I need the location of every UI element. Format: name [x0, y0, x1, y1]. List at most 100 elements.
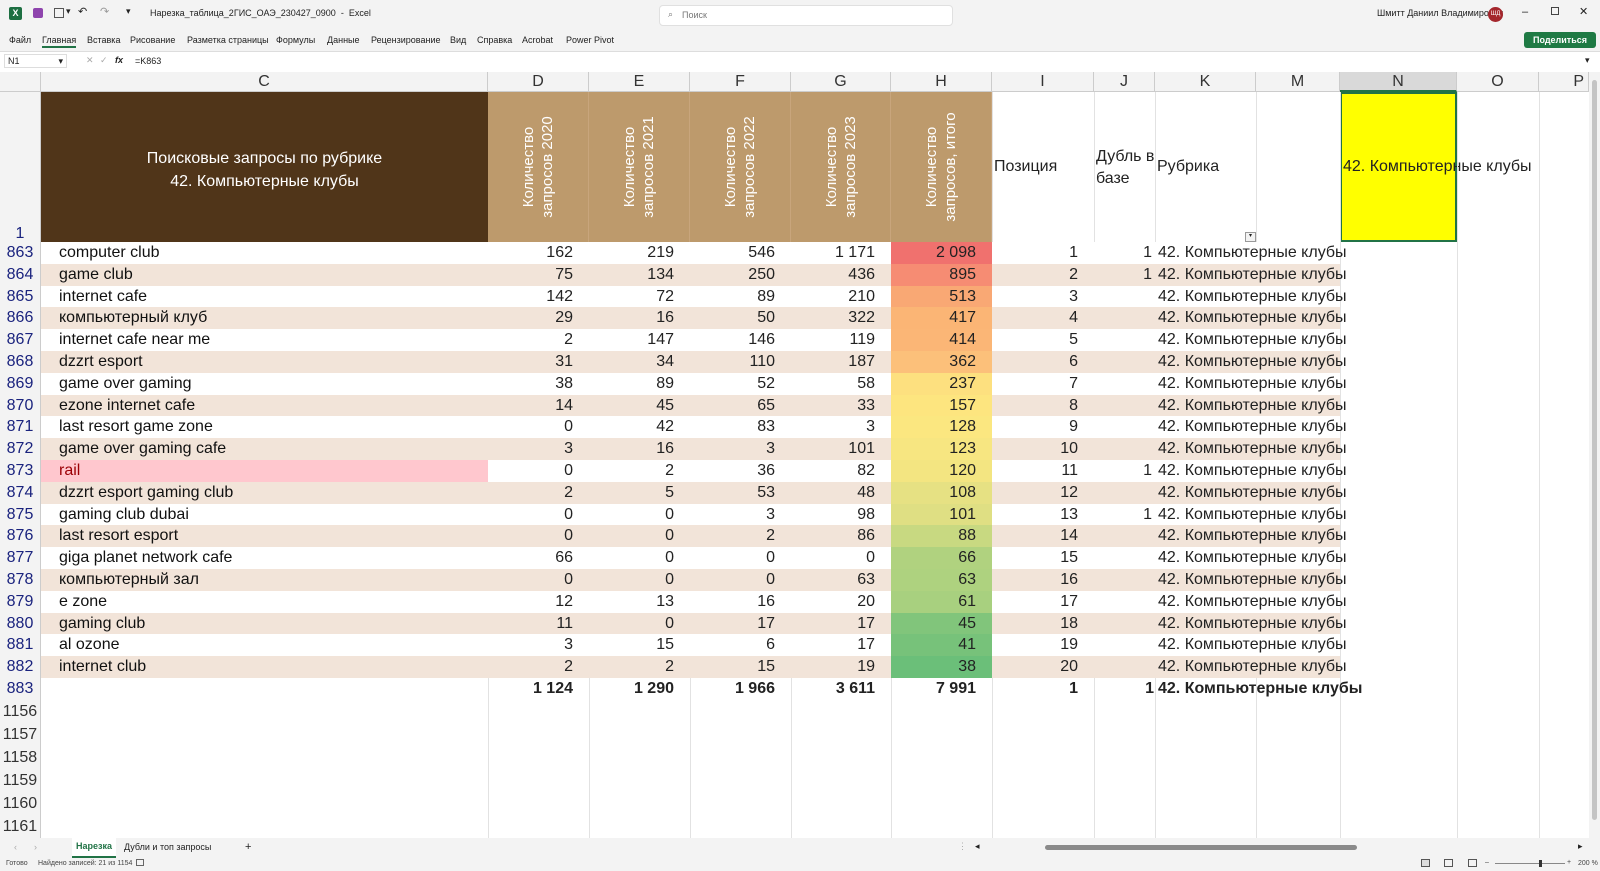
cell-2022[interactable]: 16	[690, 591, 791, 613]
cell-2020[interactable]: 31	[488, 351, 589, 373]
header-cell-2020[interactable]: Количество запросов 2020	[488, 92, 589, 242]
cell-query[interactable]: rail	[41, 460, 488, 482]
normal-view-icon[interactable]	[1421, 859, 1430, 867]
cell-total[interactable]: 101	[891, 504, 992, 525]
cell-position[interactable]: 16	[992, 569, 1094, 591]
cell-2023[interactable]: 101	[791, 438, 891, 460]
cell-2020[interactable]: 12	[488, 591, 589, 613]
cell-rubric[interactable]: 42. Компьютерные клубы	[1158, 286, 1347, 307]
cell-rubric[interactable]: 42. Компьютерные клубы	[1158, 656, 1347, 678]
row-header-1158[interactable]: 1158	[0, 746, 41, 769]
cell-2022[interactable]: 65	[690, 395, 791, 416]
cell-position[interactable]: 14	[992, 525, 1094, 547]
row-header-1160[interactable]: 1160	[0, 792, 41, 815]
col-header-m[interactable]: M	[1256, 72, 1340, 92]
cell-position[interactable]: 20	[992, 656, 1094, 678]
col-header-p[interactable]: P	[1539, 72, 1589, 92]
cell-duplicate[interactable]	[1094, 591, 1152, 613]
cell-rubric[interactable]: 42. Компьютерные клубы	[1158, 504, 1347, 525]
cell-2020[interactable]: 0	[488, 460, 589, 482]
cell-query[interactable]: компьютерный клуб	[41, 307, 488, 329]
scroll-left-icon[interactable]: ◂	[975, 841, 980, 852]
zoom-level[interactable]: 200 %	[1578, 860, 1598, 867]
share-button[interactable]: Поделиться	[1524, 32, 1596, 48]
cell-total[interactable]: 108	[891, 482, 992, 504]
row-header[interactable]: 878	[0, 569, 41, 591]
row-header-883[interactable]: 883	[0, 678, 41, 700]
cell-query[interactable]: last resort game zone	[41, 416, 488, 438]
cell-2023[interactable]: 82	[791, 460, 891, 482]
cell-2021[interactable]: 0	[589, 613, 690, 634]
sheet-tab-other[interactable]: Дубли и топ запросы	[124, 842, 211, 852]
cell-2021[interactable]: 0	[589, 569, 690, 591]
cell-rubric[interactable]: 42. Компьютерные клубы	[1158, 613, 1347, 634]
tab-power-pivot[interactable]: Power Pivot	[566, 35, 614, 45]
cell-2022[interactable]: 6	[690, 634, 791, 656]
cell-position[interactable]: 3	[992, 286, 1094, 307]
cell-total[interactable]: 88	[891, 525, 992, 547]
close-icon[interactable]: ✕	[1579, 5, 1588, 18]
cell-duplicate[interactable]	[1094, 547, 1152, 569]
cell-total[interactable]: 123	[891, 438, 992, 460]
row-header[interactable]: 880	[0, 613, 41, 634]
chevron-down-icon[interactable]: ▾	[58, 55, 63, 67]
cell-query[interactable]: internet cafe	[41, 286, 488, 307]
cell-duplicate[interactable]: 1	[1094, 242, 1152, 264]
header-cell-2022[interactable]: Количество запросов 2022	[690, 92, 791, 242]
page-break-view-icon[interactable]	[1468, 859, 1477, 867]
cell-rubric[interactable]: 42. Компьютерные клубы	[1158, 395, 1347, 416]
cell-2023[interactable]: 19	[791, 656, 891, 678]
tab-file[interactable]: Файл	[9, 35, 31, 45]
cell-position[interactable]: 9	[992, 416, 1094, 438]
cell-2023[interactable]: 3	[791, 416, 891, 438]
tab-draw[interactable]: Рисование	[130, 35, 175, 45]
cell-position[interactable]: 11	[992, 460, 1094, 482]
cell-2022[interactable]: 146	[690, 329, 791, 351]
cell-query[interactable]: gaming club dubai	[41, 504, 488, 525]
cell-2020[interactable]: 11	[488, 613, 589, 634]
cell-2023[interactable]: 86	[791, 525, 891, 547]
cell-2023[interactable]: 187	[791, 351, 891, 373]
cell-2021[interactable]: 34	[589, 351, 690, 373]
cell-rubric[interactable]: 42. Компьютерные клубы	[1158, 329, 1347, 351]
row-header-1159[interactable]: 1159	[0, 769, 41, 792]
cell-query[interactable]: game over gaming cafe	[41, 438, 488, 460]
cell-2021[interactable]: 147	[589, 329, 690, 351]
col-header-k[interactable]: K	[1155, 72, 1256, 92]
cell-total[interactable]: 895	[891, 264, 992, 286]
col-header-i[interactable]: I	[992, 72, 1094, 92]
tab-view[interactable]: Вид	[450, 35, 466, 45]
cell-2020[interactable]: 2	[488, 329, 589, 351]
cell-duplicate[interactable]: 1	[1094, 460, 1152, 482]
cell-2023[interactable]: 210	[791, 286, 891, 307]
row-header[interactable]: 873	[0, 460, 41, 482]
cell-2022[interactable]: 0	[690, 569, 791, 591]
cell-2023[interactable]: 322	[791, 307, 891, 329]
cell-total[interactable]: 513	[891, 286, 992, 307]
cell-duplicate[interactable]	[1094, 286, 1152, 307]
cell-2021[interactable]: 42	[589, 416, 690, 438]
cell-2021[interactable]: 13	[589, 591, 690, 613]
cell-2023[interactable]: 63	[791, 569, 891, 591]
cell-query[interactable]: giga planet network cafe	[41, 547, 488, 569]
cell-total[interactable]: 128	[891, 416, 992, 438]
cell-position[interactable]: 17	[992, 591, 1094, 613]
cell-2022[interactable]: 546	[690, 242, 791, 264]
row-header[interactable]: 868	[0, 351, 41, 373]
cell-rubric[interactable]: 42. Компьютерные клубы	[1158, 416, 1347, 438]
cell-2022[interactable]: 89	[690, 286, 791, 307]
cell-rubric[interactable]: 42. Компьютерные клубы	[1158, 307, 1347, 329]
vertical-scrollbar[interactable]	[1589, 72, 1600, 838]
cell-2023[interactable]: 20	[791, 591, 891, 613]
cell-rubric[interactable]: 42. Компьютерные клубы	[1158, 438, 1347, 460]
cell-rubric[interactable]: 42. Компьютерные клубы	[1158, 591, 1347, 613]
header-cell-2021[interactable]: Количество запросов 2021	[589, 92, 690, 242]
cell-2021[interactable]: 15	[589, 634, 690, 656]
cell-2022[interactable]: 0	[690, 547, 791, 569]
insert-function-icon[interactable]: fx	[115, 55, 123, 65]
cell-2023[interactable]: 17	[791, 613, 891, 634]
row-header[interactable]: 871	[0, 416, 41, 438]
zoom-slider-thumb[interactable]	[1539, 860, 1542, 867]
table-icon[interactable]	[54, 8, 64, 18]
total-2023[interactable]: 3 611	[791, 678, 891, 700]
